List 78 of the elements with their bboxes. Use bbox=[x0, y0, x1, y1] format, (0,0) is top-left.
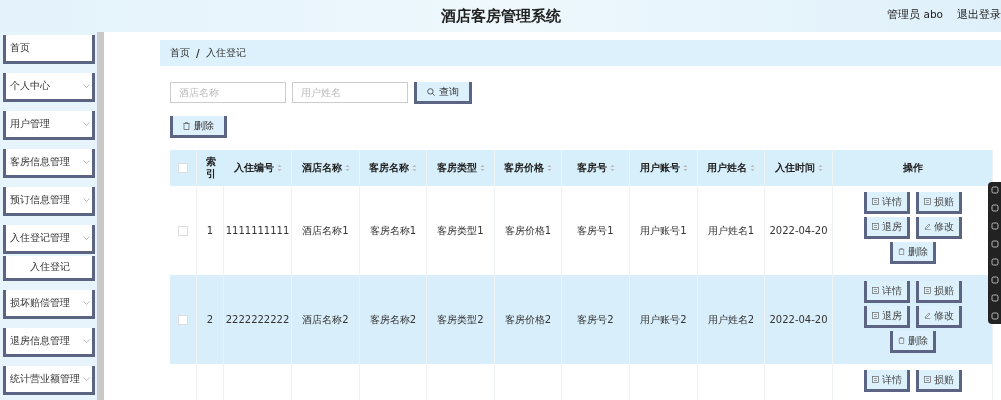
action-button[interactable]: 详情 bbox=[863, 370, 910, 392]
toolbar-icon[interactable] bbox=[990, 312, 999, 320]
action-button[interactable]: 修改 bbox=[915, 217, 962, 239]
breadcrumb-separator: / bbox=[196, 47, 200, 59]
toolbar-icon[interactable] bbox=[990, 240, 999, 248]
sidebar-item[interactable]: 预订信息管理 bbox=[3, 187, 95, 216]
search-field[interactable]: 酒店名称 bbox=[170, 82, 286, 103]
action-button[interactable]: 详情 bbox=[863, 281, 910, 303]
trash-icon bbox=[897, 248, 905, 255]
trash-icon bbox=[897, 337, 905, 344]
table-cell: 1 bbox=[206, 224, 214, 237]
search-button[interactable]: 查询 bbox=[414, 82, 472, 104]
sidebar-item[interactable]: 首页 bbox=[3, 35, 95, 64]
action-button[interactable]: 退房 bbox=[863, 217, 910, 239]
row-checkbox[interactable] bbox=[178, 225, 188, 236]
table-cell: 2022-04-20 bbox=[769, 313, 828, 326]
sidebar-item[interactable]: 个人中心 bbox=[3, 73, 95, 102]
search-field[interactable]: 用户姓名 bbox=[292, 82, 408, 103]
action-button[interactable]: 退房 bbox=[863, 306, 910, 328]
toolbar-icon[interactable] bbox=[990, 222, 999, 230]
table-cell: 客房类型2 bbox=[437, 313, 484, 326]
delete-button[interactable]: 删除 bbox=[170, 116, 227, 138]
sidebar-item[interactable]: 统计营业额管理 bbox=[3, 366, 95, 395]
sidebar-item[interactable]: 入住登记管理 bbox=[3, 225, 95, 254]
action-button[interactable]: 损赔 bbox=[915, 192, 962, 214]
table-cell: 2 bbox=[206, 313, 214, 326]
action-button[interactable]: 删除 bbox=[889, 331, 936, 353]
document-icon bbox=[923, 198, 931, 205]
document-icon bbox=[871, 376, 879, 383]
sidebar-item[interactable]: 客房信息管理 bbox=[3, 149, 95, 178]
header-checkbox[interactable] bbox=[178, 163, 188, 173]
table-cell: 用户姓名1 bbox=[707, 224, 755, 237]
trash-icon bbox=[183, 121, 190, 130]
action-button[interactable]: 损赔 bbox=[915, 281, 962, 303]
sidebar-item[interactable]: 用户管理 bbox=[3, 111, 95, 140]
table-cell: 客房号1 bbox=[577, 224, 614, 237]
breadcrumb-link[interactable]: 首页 bbox=[170, 46, 190, 60]
table-cell: 酒店名称2 bbox=[302, 313, 349, 326]
toolbar-icon[interactable] bbox=[990, 204, 999, 212]
table-cell: 客房类型1 bbox=[437, 224, 484, 237]
sidebar-subitem[interactable]: 入住登记 bbox=[3, 256, 95, 281]
window-title: 酒店客房管理系统 bbox=[440, 6, 561, 26]
table-cell: 2222222222 bbox=[225, 313, 290, 326]
action-button[interactable]: 删除 bbox=[889, 242, 936, 264]
table-cell: 客房价格1 bbox=[504, 224, 552, 237]
table-cell: 用户姓名2 bbox=[707, 313, 755, 326]
document-icon bbox=[871, 223, 879, 230]
table-cell: 酒店名称1 bbox=[302, 224, 349, 237]
action-button[interactable]: 损赔 bbox=[915, 370, 962, 392]
action-button[interactable]: 详情 bbox=[863, 192, 910, 214]
column-header[interactable]: 索引 bbox=[205, 150, 216, 186]
user-label: 管理员 abo bbox=[887, 8, 943, 22]
toolbar-icon[interactable] bbox=[990, 186, 999, 194]
document-icon bbox=[871, 312, 879, 319]
table-cell: 1111111111 bbox=[225, 224, 290, 237]
action-button[interactable]: 修改 bbox=[915, 306, 962, 328]
pencil-icon bbox=[923, 312, 931, 319]
table-cell: 客房价格2 bbox=[504, 313, 552, 326]
table-cell: 用户账号1 bbox=[640, 224, 687, 237]
logout-link[interactable]: 退出登录 bbox=[957, 8, 1001, 22]
breadcrumb-link[interactable]: 入住登记 bbox=[205, 46, 246, 60]
sidebar-item[interactable]: 退房信息管理 bbox=[3, 328, 95, 357]
table-cell: 用户账号2 bbox=[640, 313, 687, 326]
toolbar-icon[interactable] bbox=[990, 276, 999, 284]
table-cell: 客房号2 bbox=[577, 313, 614, 326]
table-cell: 客房名称2 bbox=[369, 313, 417, 326]
toolbar-icon[interactable] bbox=[990, 294, 999, 302]
document-icon bbox=[871, 198, 879, 205]
document-icon bbox=[923, 287, 931, 294]
pencil-icon bbox=[923, 223, 931, 230]
table-cell: 2022-04-20 bbox=[769, 224, 828, 237]
table-cell: 客房名称1 bbox=[369, 224, 417, 237]
document-icon bbox=[923, 376, 931, 383]
sidebar-item[interactable]: 损坏赔偿管理 bbox=[3, 290, 95, 319]
search-icon bbox=[427, 87, 435, 96]
row-checkbox[interactable] bbox=[178, 314, 188, 325]
toolbar-icon[interactable] bbox=[990, 258, 999, 266]
document-icon bbox=[871, 287, 879, 294]
